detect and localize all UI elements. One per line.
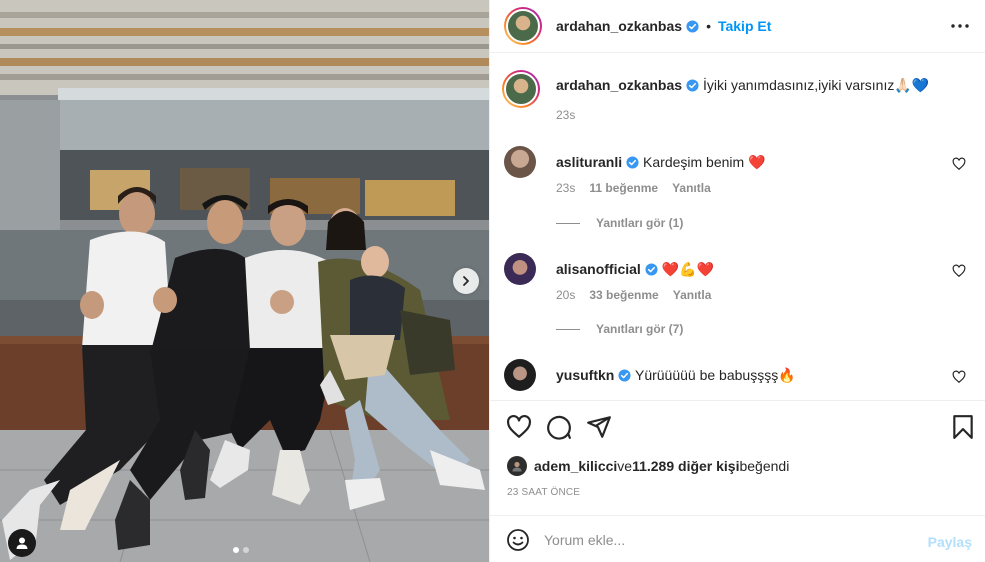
photo-scene: [0, 0, 489, 562]
comment-item: yusuftkn Yürüüüüü be babuşşşş🔥: [504, 359, 974, 399]
post-actions-bar: [490, 400, 985, 452]
heart-icon[interactable]: [952, 370, 966, 384]
liker-avatar[interactable]: [507, 456, 527, 476]
comment-body: Yürüüüüü be babuşşşş🔥: [634, 367, 796, 383]
add-comment-bar: Paylaş: [490, 515, 985, 562]
comment-icon[interactable]: [546, 414, 572, 440]
share-icon[interactable]: [586, 414, 612, 440]
liker-username[interactable]: adem_kilicci: [534, 458, 617, 474]
likes-suffix: beğendi: [739, 458, 790, 474]
commenter-avatar[interactable]: [504, 253, 536, 285]
author-username[interactable]: ardahan_ozkanbas: [556, 18, 682, 34]
comment-item: aslituranli Kardeşim benim ❤️ 23s 11 beğ…: [504, 146, 974, 236]
view-replies-label: Yanıtları gör (7): [596, 322, 684, 336]
next-slide-button[interactable]: [453, 268, 479, 294]
replies-divider: [556, 328, 580, 330]
emoji-icon[interactable]: [506, 528, 530, 552]
carousel-dot-active: [233, 547, 239, 553]
heart-icon[interactable]: [506, 414, 532, 440]
comment-time[interactable]: 20s: [556, 288, 575, 302]
commenter-avatar[interactable]: [504, 359, 536, 391]
reply-button[interactable]: Yanıtla: [673, 288, 712, 302]
likes-conjunction: ve: [617, 458, 633, 474]
comment-text: alisanofficial ❤️💪❤️: [556, 260, 946, 278]
comment-body: ❤️💪❤️: [661, 261, 714, 277]
caption-item: ardahan_ozkanbas İyiki yanımdasınız,iyik…: [502, 70, 974, 132]
chevron-right-icon: [463, 276, 469, 286]
more-icon: [951, 24, 969, 28]
user-tag-icon: [16, 537, 28, 549]
caption-time[interactable]: 23s: [556, 108, 575, 122]
instagram-post: ardahan_ozkanbas • Takip Et ardahan_ozka…: [0, 0, 985, 562]
comment-meta: 23s 11 beğenme Yanıtla: [556, 181, 711, 195]
post-side-panel: ardahan_ozkanbas • Takip Et ardahan_ozka…: [489, 0, 985, 562]
caption-body: İyiki yanımdasınız,iyiki varsınız🙏🏻💙: [702, 77, 930, 93]
post-header: ardahan_ozkanbas • Takip Et: [490, 0, 985, 53]
replies-divider: [556, 222, 580, 224]
comment-username[interactable]: yusuftkn: [556, 367, 614, 383]
commenter-avatar[interactable]: [504, 146, 536, 178]
verified-icon: [645, 263, 658, 276]
view-replies-label: Yanıtları gör (1): [596, 216, 684, 230]
heart-icon[interactable]: [952, 157, 966, 171]
caption-author-avatar[interactable]: [502, 70, 540, 108]
reply-button[interactable]: Yanıtla: [672, 181, 711, 195]
comment-text: yusuftkn Yürüüüüü be babuşşşş🔥: [556, 366, 946, 384]
liker-avatar-image: [512, 461, 522, 472]
post-comment-button[interactable]: Paylaş: [928, 534, 972, 550]
comment-time[interactable]: 23s: [556, 181, 575, 195]
caption-username[interactable]: ardahan_ozkanbas: [556, 77, 682, 93]
author-avatar[interactable]: [504, 7, 542, 45]
comment-username[interactable]: alisanofficial: [556, 261, 641, 277]
caption-meta: 23s: [556, 108, 575, 122]
likes-summary[interactable]: adem_kilicci ve 11.289 diğer kişi beğend…: [507, 456, 789, 476]
bookmark-icon[interactable]: [950, 414, 976, 440]
caption-text: ardahan_ozkanbas İyiki yanımdasınız,iyik…: [556, 76, 946, 94]
comment-likes-count[interactable]: 33 beğenme: [589, 288, 658, 302]
verified-icon: [686, 19, 699, 33]
follow-button[interactable]: Takip Et: [718, 18, 771, 34]
view-replies-button[interactable]: Yanıtları gör (7): [556, 322, 683, 336]
comment-username[interactable]: aslituranli: [556, 154, 622, 170]
carousel-dot: [243, 547, 249, 553]
comment-item: alisanofficial ❤️💪❤️ 20s 33 beğenme Yanı…: [504, 253, 974, 343]
likes-others[interactable]: 11.289 diğer kişi: [632, 458, 739, 474]
comment-meta: 20s 33 beğenme Yanıtla: [556, 288, 711, 302]
post-photo[interactable]: [0, 0, 489, 562]
tagged-users-button[interactable]: [8, 529, 36, 557]
comments-list[interactable]: ardahan_ozkanbas İyiki yanımdasınız,iyik…: [490, 54, 985, 399]
comment-body: Kardeşim benim ❤️: [643, 154, 766, 170]
view-replies-button[interactable]: Yanıtları gör (1): [556, 216, 683, 230]
comment-input[interactable]: [544, 526, 904, 554]
verified-icon: [626, 156, 639, 169]
more-options-button[interactable]: [948, 14, 972, 38]
carousel-indicator: [233, 547, 249, 553]
comment-likes-count[interactable]: 11 beğenme: [589, 181, 658, 195]
verified-icon: [686, 79, 699, 92]
heart-icon[interactable]: [952, 264, 966, 278]
post-time[interactable]: 23 SAAT ÖNCE: [507, 487, 580, 498]
header-separator: •: [706, 18, 711, 34]
comment-text: aslituranli Kardeşim benim ❤️: [556, 153, 946, 171]
verified-icon: [618, 369, 631, 382]
